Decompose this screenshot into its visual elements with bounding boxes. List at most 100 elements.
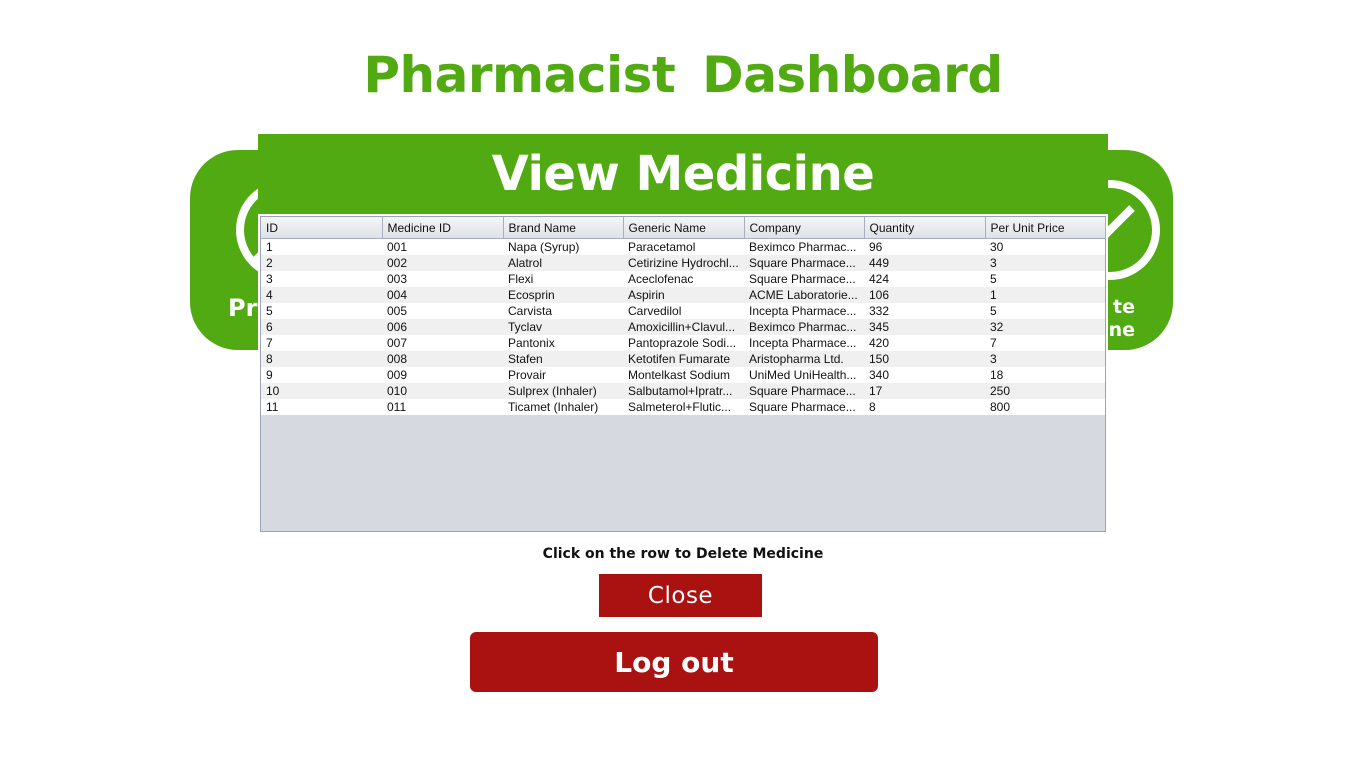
column-header[interactable]: Medicine ID [382,217,504,239]
table-cell: 8 [261,351,382,367]
table-cell: Pantonix [503,335,623,351]
table-cell: 8 [864,399,985,415]
table-cell: 11 [261,399,382,415]
table-cell: Amoxicillin+Clavul... [623,319,744,335]
table-cell: 7 [985,335,1105,351]
table-cell: Beximco Pharmac... [744,319,864,335]
table-cell: 2 [261,255,382,271]
table-cell: 006 [382,319,503,335]
table-row[interactable]: 3 003 Flexi Aceclofenac Square Pharmace... 42… [261,271,1105,287]
table-cell: Square Pharmace... [744,271,864,287]
table-cell: 17 [864,383,985,399]
table-cell: Aceclofenac [623,271,744,287]
table-cell: Salbutamol+Ipratr... [623,383,744,399]
table-cell: Tyclav [503,319,623,335]
table-cell: Pantoprazole Sodi... [623,335,744,351]
table-row[interactable]: 5 005 Carvista Carvedilol Incepta Pharmace..… [261,303,1105,319]
table-cell: 001 [382,238,503,255]
table-cell: 4 [261,287,382,303]
column-header[interactable]: Company [744,217,865,239]
table-cell: 007 [382,335,503,351]
medicine-table-container[interactable]: ID Medicine ID Brand Name Generic Name Compa… [260,216,1106,532]
table-body: 1 001 Napa (Syrup) Paracetamol Beximco Pharm… [261,238,1105,415]
table-row[interactable]: 4 004 Ecosprin Aspirin ACME Laboratorie... 10… [261,287,1105,303]
table-cell: 340 [864,367,985,383]
table-cell: 32 [985,319,1105,335]
page-title: Pharmacist Dashboard [363,46,1003,104]
table-cell: Cetirizine Hydrochl... [623,255,744,271]
medicine-table: ID Medicine ID Brand Name Generic Name Compa… [261,217,1106,415]
table-cell: Square Pharmace... [744,383,864,399]
table-cell: 008 [382,351,503,367]
table-cell: Carvista [503,303,623,319]
table-cell: Ketotifen Fumarate [623,351,744,367]
column-header[interactable]: Quantity [864,217,986,239]
table-row[interactable]: 2 002 Alatrol Cetirizine Hydrochl... Square … [261,255,1105,271]
table-cell: 3 [261,271,382,287]
table-row[interactable]: 7 007 Pantonix Pantoprazole Sodi... Incepta … [261,335,1105,351]
column-header[interactable]: Generic Name [623,217,745,239]
table-cell: 7 [261,335,382,351]
table-cell: UniMed UniHealth... [744,367,864,383]
table-cell: 18 [985,367,1105,383]
table-cell: Montelkast Sodium [623,367,744,383]
table-cell: 10 [261,383,382,399]
table-cell: 5 [985,271,1105,287]
table-cell: 3 [985,255,1105,271]
table-cell: 6 [261,319,382,335]
table-cell: 96 [864,238,985,255]
table-cell: Sulprex (Inhaler) [503,383,623,399]
table-cell: 5 [261,303,382,319]
table-cell: Incepta Pharmace... [744,303,864,319]
table-cell: ACME Laboratorie... [744,287,864,303]
table-cell: 9 [261,367,382,383]
table-cell: Aspirin [623,287,744,303]
table-cell: Paracetamol [623,238,744,255]
table-cell: Aristopharma Ltd. [744,351,864,367]
table-cell: 449 [864,255,985,271]
table-cell: 250 [985,383,1105,399]
table-row[interactable]: 11 011 Ticamet (Inhaler) Salmeterol+Flutic.… [261,399,1105,415]
table-cell: 003 [382,271,503,287]
table-cell: 002 [382,255,503,271]
table-cell: 150 [864,351,985,367]
table-cell: 011 [382,399,503,415]
table-cell: 420 [864,335,985,351]
close-button[interactable]: Close [599,574,762,617]
table-cell: 106 [864,287,985,303]
table-cell: 5 [985,303,1105,319]
table-cell: 345 [864,319,985,335]
table-cell: Ticamet (Inhaler) [503,399,623,415]
table-cell: Beximco Pharmac... [744,238,864,255]
table-cell: 3 [985,351,1105,367]
table-row[interactable]: 6 006 Tyclav Amoxicillin+Clavul... Beximco P… [261,319,1105,335]
table-row[interactable]: 8 008 Stafen Ketotifen Fumarate Aristopharma… [261,351,1105,367]
table-row[interactable]: 10 010 Sulprex (Inhaler) Salbutamol+Ipratr.… [261,383,1105,399]
table-cell: 332 [864,303,985,319]
table-row[interactable]: 9 009 Provair Montelkast Sodium UniMed UniHe… [261,367,1105,383]
view-medicine-dialog: View Medicine ID Medicine ID Brand Name Gen… [258,134,1108,534]
table-cell: Square Pharmace... [744,399,864,415]
table-cell: Provair [503,367,623,383]
table-cell: 800 [985,399,1105,415]
table-cell: Flexi [503,271,623,287]
table-row[interactable]: 1 001 Napa (Syrup) Paracetamol Beximco Pharm… [261,238,1105,255]
table-cell: 1 [261,238,382,255]
table-cell: 004 [382,287,503,303]
table-cell: 30 [985,238,1105,255]
column-header[interactable]: Per Unit Price [985,217,1106,239]
column-header[interactable]: Brand Name [503,217,624,239]
tile-label-left: Pr [228,294,258,322]
column-header[interactable]: ID [261,217,383,239]
dialog-header: View Medicine [258,134,1108,214]
delete-hint: Click on the row to Delete Medicine [542,546,824,562]
table-cell: Stafen [503,351,623,367]
table-cell: Square Pharmace... [744,255,864,271]
table-cell: Salmeterol+Flutic... [623,399,744,415]
table-cell: 010 [382,383,503,399]
table-header-row: ID Medicine ID Brand Name Generic Name Compa… [261,217,1106,239]
table-cell: 005 [382,303,503,319]
table-cell: 1 [985,287,1105,303]
logout-button[interactable]: Log out [470,632,878,692]
table-cell: Carvedilol [623,303,744,319]
